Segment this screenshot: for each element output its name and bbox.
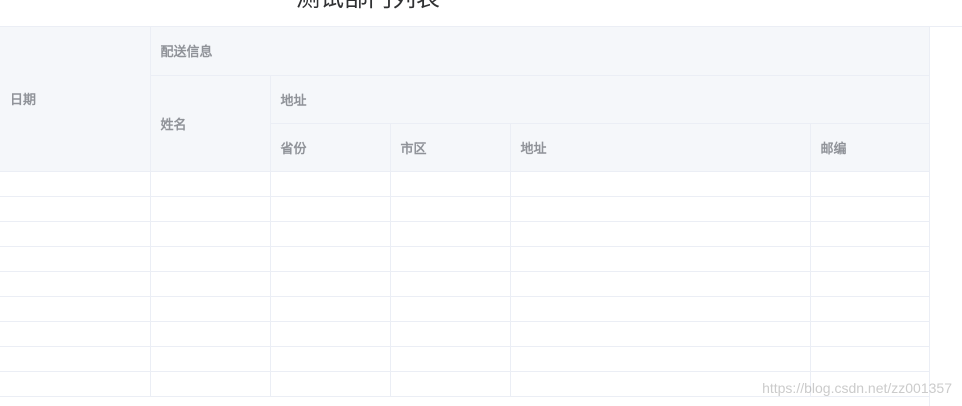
table-row[interactable] xyxy=(0,296,930,322)
table-cell xyxy=(0,346,151,372)
table-cell xyxy=(0,271,151,297)
table-row[interactable] xyxy=(0,171,930,197)
data-table: 日期 配送信息 姓名 地址 省份 市区 地址 邮编 xyxy=(0,27,930,397)
table-cell xyxy=(150,296,271,322)
table-cell xyxy=(510,246,811,272)
table-row[interactable] xyxy=(0,246,930,272)
table-cell xyxy=(510,346,811,372)
table-cell xyxy=(810,346,930,372)
table-cell xyxy=(390,346,511,372)
table-cell xyxy=(270,346,391,372)
header-address[interactable]: 地址 xyxy=(510,123,811,172)
table-cell xyxy=(510,221,811,247)
table-cell xyxy=(810,246,930,272)
table-cell xyxy=(510,196,811,222)
table-cell xyxy=(810,221,930,247)
table-cell xyxy=(270,321,391,347)
table-cell xyxy=(510,296,811,322)
table-cell xyxy=(270,371,391,397)
table-cell xyxy=(0,246,151,272)
table-cell xyxy=(510,321,811,347)
table-cell xyxy=(810,296,930,322)
header-delivery-info[interactable]: 配送信息 xyxy=(150,27,930,76)
table-cell xyxy=(390,296,511,322)
table-cell xyxy=(150,321,271,347)
table-cell xyxy=(390,271,511,297)
table-cell xyxy=(270,196,391,222)
header-zip[interactable]: 邮编 xyxy=(810,123,930,172)
table-cell xyxy=(270,246,391,272)
header-address-group[interactable]: 地址 xyxy=(270,75,930,124)
data-table-container: 日期 配送信息 姓名 地址 省份 市区 地址 邮编 xyxy=(0,27,930,406)
header-name[interactable]: 姓名 xyxy=(150,75,271,172)
page-title: 测试部门列表 xyxy=(296,0,440,10)
table-cell xyxy=(810,271,930,297)
table-cell xyxy=(390,196,511,222)
table-cell xyxy=(390,221,511,247)
table-row[interactable] xyxy=(0,271,930,297)
table-cell xyxy=(150,371,271,397)
table-cell xyxy=(150,171,271,197)
header-province[interactable]: 省份 xyxy=(270,123,391,172)
header-city[interactable]: 市区 xyxy=(390,123,511,172)
table-cell xyxy=(810,196,930,222)
table-cell xyxy=(150,221,271,247)
table-cell xyxy=(810,171,930,197)
table-cell xyxy=(150,246,271,272)
table-row[interactable] xyxy=(0,321,930,347)
table-cell xyxy=(0,196,151,222)
table-cell xyxy=(270,171,391,197)
table-cell xyxy=(270,271,391,297)
table-cell xyxy=(150,196,271,222)
table-cell xyxy=(810,321,930,347)
table-row[interactable] xyxy=(0,221,930,247)
table-cell xyxy=(0,321,151,347)
table-cell xyxy=(0,171,151,197)
table-cell xyxy=(510,171,811,197)
table-cell xyxy=(390,321,511,347)
header-date[interactable]: 日期 xyxy=(0,27,151,172)
table-cell xyxy=(270,296,391,322)
table-row[interactable] xyxy=(0,346,930,372)
table-cell xyxy=(0,371,151,397)
table-cell xyxy=(390,371,511,397)
table-cell xyxy=(150,271,271,297)
table-cell xyxy=(0,221,151,247)
table-cell xyxy=(390,171,511,197)
table-header: 日期 配送信息 姓名 地址 省份 市区 地址 邮编 xyxy=(0,27,930,172)
table-cell xyxy=(270,221,391,247)
table-cell xyxy=(150,346,271,372)
table-row[interactable] xyxy=(0,196,930,222)
table-right-border xyxy=(929,27,930,406)
table-body xyxy=(0,171,930,397)
table-cell xyxy=(510,271,811,297)
watermark: https://blog.csdn.net/zz001357 xyxy=(762,380,952,396)
table-cell xyxy=(390,246,511,272)
table-cell xyxy=(0,296,151,322)
